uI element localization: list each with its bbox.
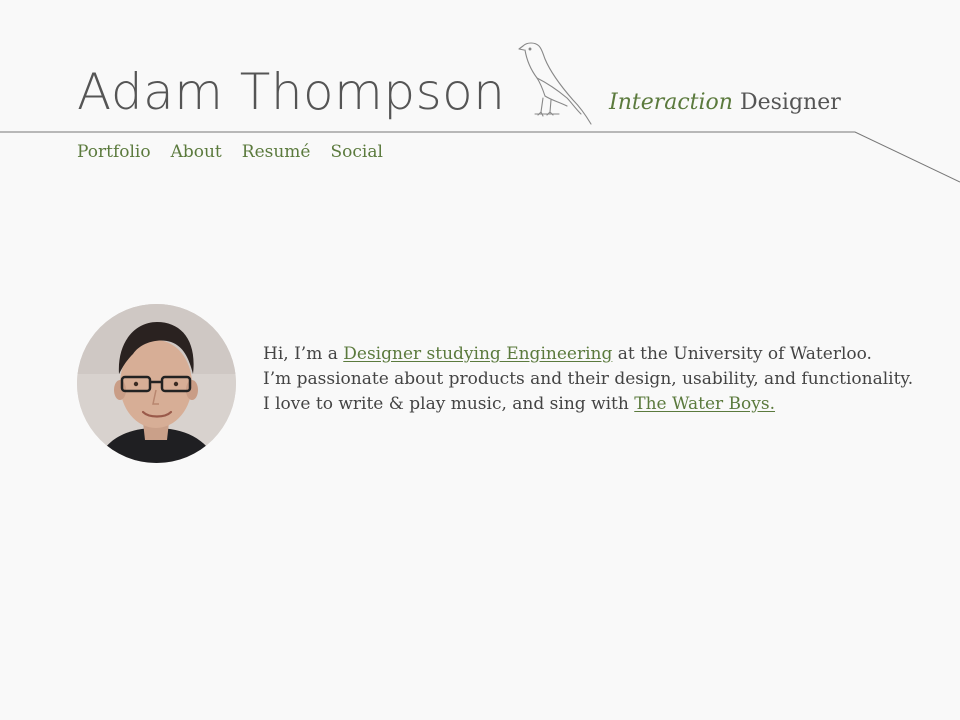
tagline-rest: Designer: [732, 90, 841, 115]
designer-engineering-link[interactable]: Designer studying Engineering: [343, 344, 612, 364]
bio-line-2: I’m passionate about products and their …: [263, 369, 914, 389]
nav-social[interactable]: Social: [330, 140, 382, 164]
main-nav: Portfolio About Resumé Social: [77, 140, 383, 164]
tagline: Interaction Designer: [609, 88, 841, 118]
bio-line-1: Hi, I’m a Designer studying Engineering …: [263, 344, 872, 364]
bio-line-3: I love to write & play music, and sing w…: [263, 394, 776, 414]
nav-resume[interactable]: Resumé: [242, 140, 311, 164]
bird-icon: [518, 42, 592, 125]
bio: Hi, I’m a Designer studying Engineering …: [263, 342, 923, 417]
site-title[interactable]: Adam Thompson: [77, 62, 505, 122]
tagline-emphasis: Interaction: [609, 90, 733, 115]
water-boys-link[interactable]: The Water Boys.: [634, 394, 775, 414]
avatar: [77, 304, 236, 463]
nav-about[interactable]: About: [171, 140, 222, 164]
nav-portfolio[interactable]: Portfolio: [77, 140, 151, 164]
